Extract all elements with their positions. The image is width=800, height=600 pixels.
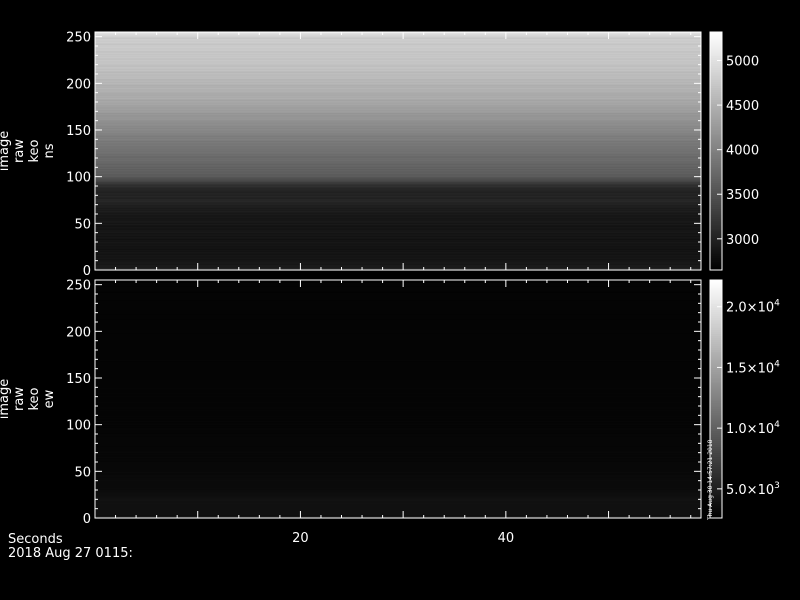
y-axis-label-word: image: [0, 379, 12, 420]
colorbar-tick-label: 5.0×103: [726, 481, 780, 498]
panel-ew: 0 50 100 150 200 250 20 40 image raw keo ew 5.0×103 1…: [0, 279, 780, 546]
panel-ns: 0 50 100 150 200 250 image raw keo ns 3000 3500 4000…: [0, 31, 759, 279]
y-tick-label: 200: [66, 325, 91, 340]
heatmap-image: [95, 279, 701, 519]
y-tick-label: 100: [66, 419, 91, 434]
y-axis-label-word: image: [0, 131, 12, 172]
y-tick-label: 200: [66, 77, 91, 92]
y-axis-label-word: raw: [12, 139, 27, 163]
y-tick-label: 150: [66, 372, 91, 387]
y-tick-label: 0: [83, 512, 91, 527]
y-axis-label-word: ns: [42, 143, 57, 158]
colorbar-tick-label: 5000: [726, 55, 759, 70]
colorbar-tick-label: 1.5×104: [726, 359, 780, 376]
colorbar: 3000 3500 4000 4500 5000: [709, 31, 759, 271]
side-stamp: Thu Aug 30 14:57:21 2018: [707, 439, 714, 521]
y-tick-label: 250: [66, 279, 91, 294]
y-axis-label-word: raw: [12, 387, 27, 411]
colorbar-tick-label: 2.0×104: [726, 299, 780, 316]
y-axis-label-word: keo: [27, 139, 42, 162]
x-tick-label: 20: [292, 531, 309, 546]
x-axis-label: Seconds: [8, 532, 63, 547]
colorbar-tick-label: 1.0×104: [726, 420, 780, 437]
y-axis-label-word: keo: [27, 387, 42, 410]
y-tick-label: 250: [66, 31, 91, 46]
y-tick-label: 50: [74, 465, 91, 480]
x-tick-label: 40: [498, 531, 515, 546]
colorbar: 5.0×103 1.0×104 1.5×104 2.0×104: [709, 279, 780, 519]
colorbar-tick-label: 4500: [726, 99, 759, 114]
y-tick-label: 50: [74, 217, 91, 232]
y-tick-label: 150: [66, 124, 91, 139]
colorbar-tick-label: 3000: [726, 233, 759, 248]
colorbar-tick-label: 3500: [726, 188, 759, 203]
y-tick-label: 100: [66, 171, 91, 186]
colorbar-tick-label: 4000: [726, 144, 759, 159]
date-label: 2018 Aug 27 0115:: [8, 546, 133, 561]
heatmap-image: [95, 31, 701, 271]
y-tick-label: 0: [83, 264, 91, 279]
keogram-figure: 050100150200250image raw keo ns300035004000…: [0, 31, 780, 561]
y-axis-label-word: ew: [42, 389, 57, 408]
